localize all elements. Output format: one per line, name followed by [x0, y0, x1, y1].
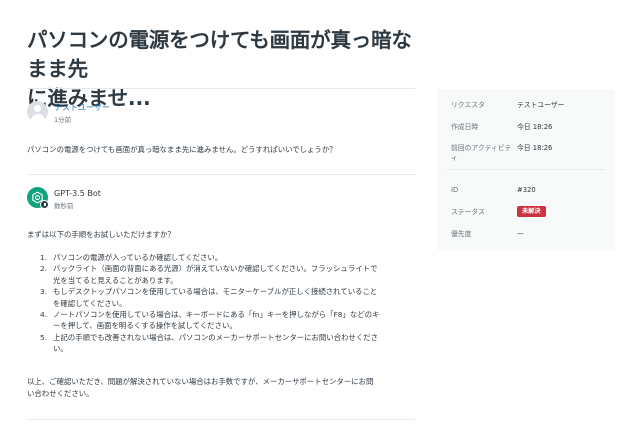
last-activity-value: 今日 18:26 [517, 144, 553, 152]
list-item: 5. 上記の手順でも改善されない場合は、パソコンのメーカーサポートセンターにお問… [40, 332, 379, 354]
answer-author: GPT-3.5 Bot [54, 189, 101, 198]
id-label: ID [451, 186, 459, 194]
created-value: 今日 18:26 [517, 123, 553, 131]
answer-intro: まずは以下の手順をお試しいただけますか？ [27, 230, 175, 239]
question-timestamp: 1分前 [54, 116, 72, 124]
page-title-line-1: パソコンの電源をつけても画面が真っ暗なまま先 [27, 28, 412, 81]
status-label: ステータス [451, 208, 485, 216]
list-item: 3. もしデスクトップパソコンを使用している場合は、モニターケーブルが正しく接続… [40, 287, 378, 308]
list-item: 2. バックライト（画面の背面にある光源）が消えていないか確認してください。フラ… [40, 264, 378, 285]
question-author-link[interactable]: テストユーザー [54, 102, 110, 113]
title-divider [27, 88, 415, 89]
request-details-sidebar: リクエスタ テストユーザー 作成日時 今日 18:26 前回のアクティビティ 今… [437, 89, 615, 250]
requester-value: テストユーザー [517, 101, 565, 109]
answer-outro: 以上、ご確認いただき、問題が解決されていない場合はお手数ですが、メーカーサポート… [27, 377, 374, 398]
sidebar-divider [447, 169, 605, 170]
bot-badge-icon [40, 200, 49, 209]
id-value: #320 [517, 186, 536, 194]
answer-timestamp: 数秒前 [54, 202, 74, 210]
last-activity-label: 前回のアクティビティ [451, 144, 512, 162]
page-title: パソコンの電源をつけても画面が真っ暗なまま先 に進みませ... [27, 26, 427, 113]
priority-value: — [517, 230, 524, 238]
question-body: パソコンの電源をつけても画面が真っ暗なまま先に進みません。どうすればいいでしょう… [27, 145, 337, 154]
bot-avatar-icon[interactable] [27, 187, 49, 209]
priority-label: 優先度 [451, 230, 472, 238]
created-label: 作成日時 [451, 123, 479, 131]
question-divider [27, 174, 415, 175]
user-avatar-icon[interactable] [27, 101, 48, 122]
status-badge: 未解決 [517, 206, 546, 217]
requester-label: リクエスタ [451, 101, 485, 109]
answer-steps-list: 1. パソコンの電源が入っているか確認してください。 2. バックライト（画面の… [40, 252, 412, 355]
list-item: 4. ノートパソコンを使用している場合は、キーボードにある「fn」キーを押しなが… [40, 310, 380, 331]
answer-divider [27, 419, 415, 420]
list-item: 1. パソコンの電源が入っているか確認してください。 [40, 253, 223, 262]
question-post: テストユーザー 1分前 パソコンの電源をつけても画面が真っ暗なまま先に進みません… [27, 101, 415, 161]
answer-post: GPT-3.5 Bot 数秒前 まずは以下の手順をお試しいただけますか？ 1. … [27, 187, 415, 407]
